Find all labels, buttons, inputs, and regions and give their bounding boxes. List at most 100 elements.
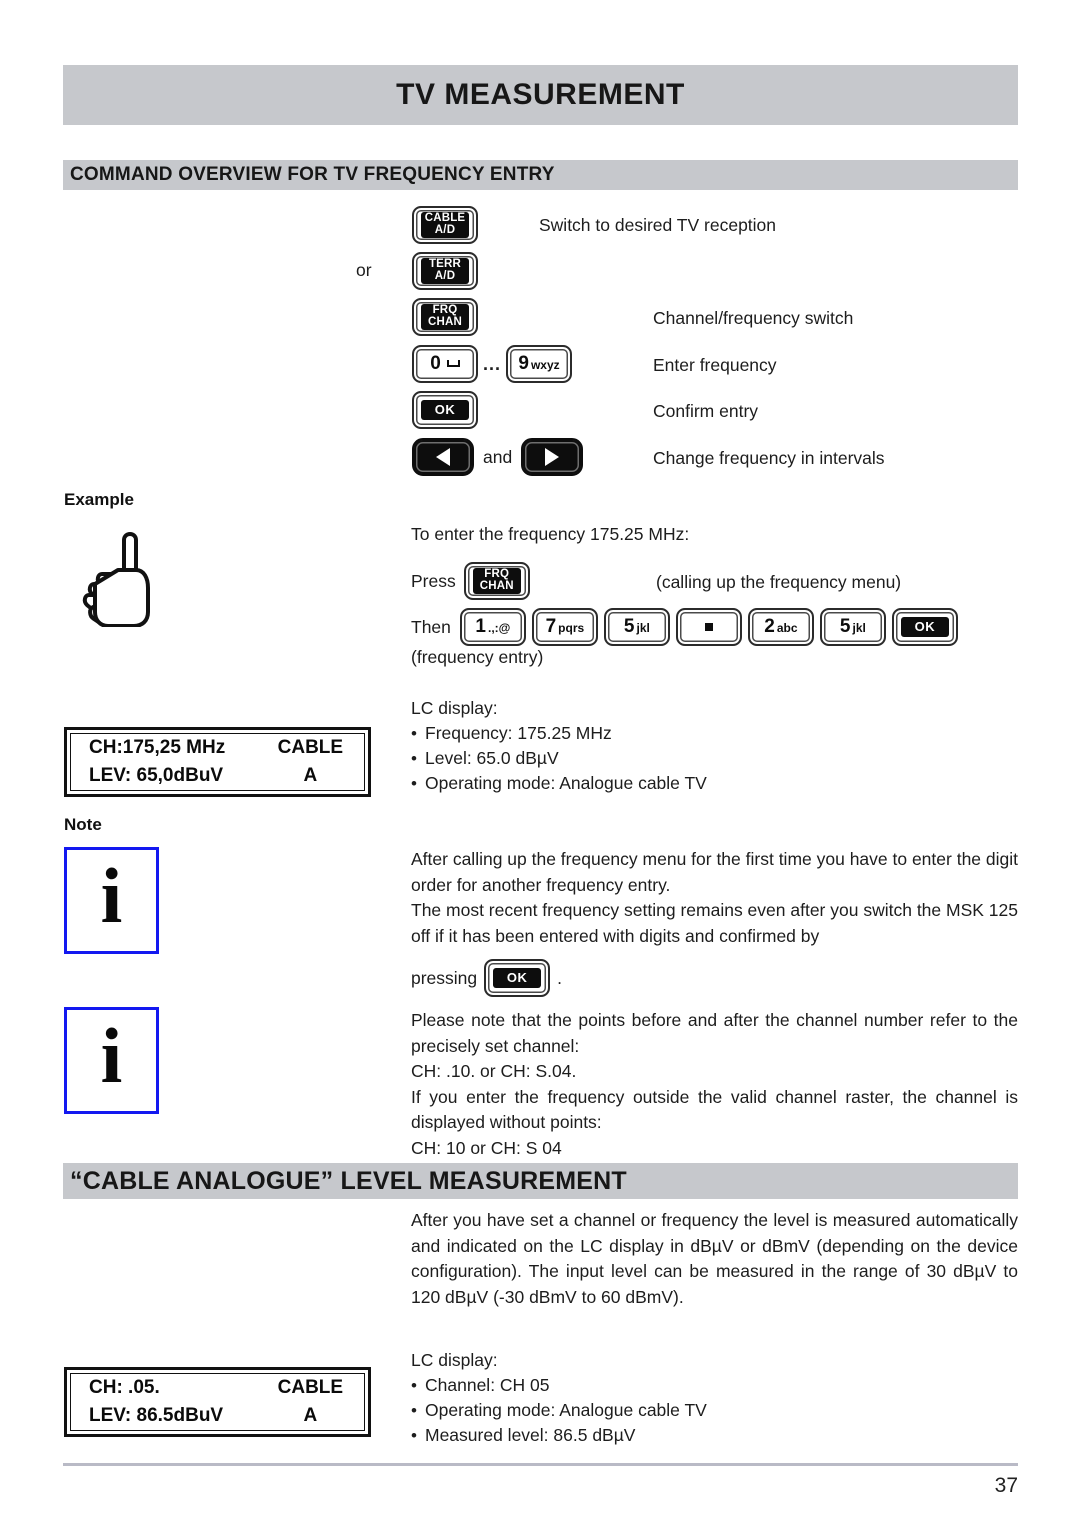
lcd-display-cable: CH: .05. CABLE LEV: 86.5dBuV A bbox=[64, 1367, 371, 1437]
keypad-key-7[interactable]: 7 pqrs bbox=[531, 608, 598, 646]
keypad-key-5a[interactable]: 5 jkl bbox=[603, 608, 670, 646]
decimal-point-icon bbox=[704, 623, 713, 631]
and-label: and bbox=[483, 446, 513, 467]
frq-chan-key[interactable]: FRQ CHAN bbox=[412, 298, 478, 336]
key-ok-row[interactable]: OK bbox=[412, 391, 478, 429]
note-2-text: Please note that the points before and a… bbox=[411, 1008, 1018, 1161]
keypad-key-5b-sub: jkl bbox=[852, 621, 866, 635]
note-2-paragraph-2: CH: .10. or CH: S.04. bbox=[411, 1061, 577, 1081]
digit-range-ellipsis: ... bbox=[483, 353, 502, 374]
left-arrow-key[interactable] bbox=[412, 438, 474, 476]
example-press-row[interactable]: Press FRQ CHAN bbox=[411, 562, 530, 600]
pointing-hand-icon bbox=[78, 522, 173, 632]
key-terr-ad[interactable]: TERR A/D bbox=[412, 252, 478, 290]
key-frq-chan[interactable]: FRQ CHAN bbox=[412, 298, 478, 336]
press-note: (calling up the frequency menu) bbox=[656, 572, 902, 592]
bullet-icon: • bbox=[411, 1401, 417, 1420]
footer-divider bbox=[63, 1463, 1018, 1466]
keypad-key-5a-face: 5 jkl bbox=[606, 616, 668, 638]
digit-9-key-digit: 9 bbox=[518, 353, 529, 374]
then-note: (frequency entry) bbox=[411, 647, 544, 667]
right-arrow-icon bbox=[545, 448, 560, 466]
keypad-key-dot-face bbox=[678, 623, 740, 631]
note-1-text: After calling up the frequency menu for … bbox=[411, 847, 1018, 949]
list-item: • Operating mode: Analogue cable TV bbox=[411, 771, 707, 796]
keypad-key-7-sub: pqrs bbox=[558, 621, 585, 635]
cmd-description-0: Switch to desired TV reception bbox=[539, 215, 777, 235]
note-2-paragraph-1: Please note that the points before and a… bbox=[411, 1010, 1018, 1056]
pointing-hand-svg bbox=[82, 532, 150, 628]
lcd-submode-value: A bbox=[303, 765, 318, 786]
note-1-paragraph-1: After calling up the frequency menu for … bbox=[411, 849, 1018, 895]
keypad-key-ok[interactable]: OK bbox=[891, 608, 958, 646]
list-item-label: Channel: CH 05 bbox=[425, 1375, 550, 1395]
section-heading-command-overview: COMMAND OVERVIEW FOR TV FREQUENCY ENTRY bbox=[63, 160, 1018, 190]
list-item-label: Level: 65.0 dBµV bbox=[425, 748, 559, 768]
keypad-key-2[interactable]: 2 abc bbox=[747, 608, 814, 646]
list-item: • Frequency: 175.25 MHz bbox=[411, 721, 707, 746]
list-item: • Operating mode: Analogue cable TV bbox=[411, 1398, 707, 1423]
lcd-level-value: LEV: 65,0dBuV bbox=[89, 765, 224, 786]
keypad-key-5b[interactable]: 5 jkl bbox=[819, 608, 886, 646]
key-arrow-row[interactable]: and bbox=[412, 438, 584, 476]
keypad-key-dot[interactable] bbox=[675, 608, 742, 646]
cmd-description-3: Enter frequency bbox=[653, 355, 777, 375]
digit-9-key[interactable]: 9 wxyz bbox=[506, 345, 573, 383]
keypad-key-2-sub: abc bbox=[776, 621, 798, 635]
ok-key[interactable]: OK bbox=[412, 391, 478, 429]
note-2-paragraph-3: If you enter the frequency outside the v… bbox=[411, 1086, 1018, 1133]
terr-ad-key[interactable]: TERR A/D bbox=[412, 252, 478, 290]
digit-0-key-digit: 0 bbox=[430, 353, 441, 374]
page-number: 37 bbox=[994, 1474, 1018, 1497]
note-1-pressing-row[interactable]: pressing OK . bbox=[411, 959, 562, 997]
page-title-banner: TV MEASUREMENT bbox=[63, 65, 1018, 125]
example-intro: To enter the frequency 175.25 MHz: bbox=[411, 524, 690, 544]
bullet-icon: • bbox=[411, 1376, 417, 1395]
left-arrow-icon bbox=[436, 448, 450, 466]
note-1-paragraph-2: The most recent frequency setting remain… bbox=[411, 900, 1018, 946]
key-cable-ad[interactable]: CABLE A/D bbox=[412, 206, 478, 244]
cable-ad-key-line2: A/D bbox=[434, 224, 456, 236]
section-heading-cable-analogue-label: “CABLE ANALOGUE” LEVEL MEASUREMENT bbox=[70, 1166, 627, 1195]
keypad-key-2-digit: 2 bbox=[764, 616, 775, 637]
lcd-line-2: LEV: 86.5dBuV A bbox=[71, 1402, 364, 1430]
terr-ad-key-line2: A/D bbox=[434, 270, 456, 282]
keypad-key-1[interactable]: 1 .,:@ bbox=[459, 608, 526, 646]
keypad-key-5b-face: 5 jkl bbox=[822, 616, 884, 638]
lcd-line-2: LEV: 65,0dBuV A bbox=[71, 762, 364, 790]
press-label: Press bbox=[411, 570, 456, 591]
keypad-key-1-face: 1 .,:@ bbox=[462, 616, 524, 638]
section-heading-cable-analogue: “CABLE ANALOGUE” LEVEL MEASUREMENT bbox=[63, 1163, 1018, 1199]
example-then-row[interactable]: Then 1 .,:@ 7 pqrs 5 jkl 2 abc 5 jkl OK bbox=[411, 608, 958, 646]
cable-lc-display-bullets: • Channel: CH 05 • Operating mode: Analo… bbox=[411, 1373, 707, 1448]
pressing-label: pressing bbox=[411, 967, 478, 988]
pressing-ok-key-cap: OK bbox=[493, 968, 542, 988]
key-digit-range[interactable]: 0 ... 9 wxyz bbox=[412, 345, 573, 383]
list-item-label: Measured level: 86.5 dBµV bbox=[425, 1425, 636, 1445]
list-item-label: Frequency: 175.25 MHz bbox=[425, 723, 612, 743]
bullet-icon: • bbox=[411, 749, 417, 768]
right-arrow-key[interactable] bbox=[521, 438, 584, 476]
cable-ad-key[interactable]: CABLE A/D bbox=[412, 206, 478, 244]
keypad-key-7-digit: 7 bbox=[545, 616, 557, 637]
keypad-key-5a-digit: 5 bbox=[623, 616, 635, 637]
cable-ad-key-cap: CABLE A/D bbox=[421, 212, 469, 238]
list-item-label: Operating mode: Analogue cable TV bbox=[425, 1400, 707, 1420]
pressing-ok-key[interactable]: OK bbox=[484, 959, 551, 997]
keypad-key-2-face: 2 abc bbox=[750, 616, 812, 638]
bullet-icon: • bbox=[411, 1426, 417, 1445]
note-label: Note bbox=[64, 815, 102, 834]
lcd-display-example: CH:175,25 MHz CABLE LEV: 65,0dBuV A bbox=[64, 727, 371, 797]
press-frq-chan-key[interactable]: FRQ CHAN bbox=[463, 562, 530, 600]
bullet-icon: • bbox=[411, 774, 417, 793]
cmd-description-2: Channel/frequency switch bbox=[653, 308, 854, 328]
info-icon-glyph: i bbox=[100, 852, 123, 940]
digit-0-key[interactable]: 0 bbox=[412, 345, 478, 383]
ok-key-cap: OK bbox=[421, 400, 469, 420]
info-icon: i bbox=[64, 847, 159, 954]
cable-analogue-body: After you have set a channel or frequenc… bbox=[411, 1208, 1018, 1310]
pressing-period: . bbox=[557, 967, 563, 988]
frq-chan-key-cap: FRQ CHAN bbox=[421, 304, 469, 330]
digit-0-key-face: 0 bbox=[414, 353, 476, 375]
info-icon: i bbox=[64, 1007, 159, 1114]
